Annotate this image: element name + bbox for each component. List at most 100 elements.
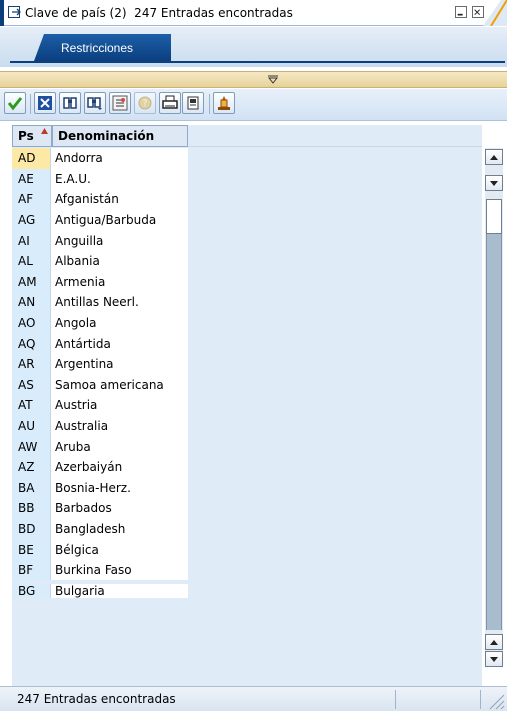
country-code-cell: AZ [12,456,51,478]
window-icon [8,6,21,18]
table-row[interactable]: AQ Antártida [12,333,188,354]
country-name-cell: Anguilla [51,230,188,251]
scroll-down-button[interactable] [485,175,503,191]
country-code-cell: AF [12,189,51,210]
country-name-cell: Samoa americana [51,374,188,396]
arrow-up-icon [490,154,498,160]
table-row[interactable]: AI Anguilla [12,230,188,251]
column-header-denominacion[interactable]: Denominación [52,125,188,147]
close-icon [474,9,481,16]
title-accent [0,0,4,26]
table-row[interactable]: AU Australia [12,415,188,437]
personal-list-button[interactable] [213,92,235,114]
find-icon [63,97,77,109]
country-code-cell: AD [12,148,51,169]
country-name-cell: Angola [51,312,188,334]
country-code-cell: BE [12,539,51,560]
table-row[interactable]: AT Austria [12,395,188,416]
collapse-toggle-icon [268,75,278,84]
check-icon [7,97,23,111]
country-code-cell: AN [12,292,51,313]
column-header-ps[interactable]: Ps [12,125,52,147]
table-row[interactable]: AZ Azerbaiyán [12,456,188,478]
toolbar-separator [30,94,31,114]
table-row[interactable]: AD Andorra [12,148,188,169]
table-row[interactable]: BE Bélgica [12,539,188,560]
country-name-cell: Afganistán [51,189,188,210]
country-code-cell: AG [12,209,51,231]
country-code-cell: AI [12,230,51,251]
scrollbar-thumb[interactable] [486,199,502,234]
table-row[interactable]: AM Armenia [12,271,188,293]
country-name-cell: Antártida [51,333,188,354]
table-row[interactable]: AG Antigua/Barbuda [12,209,188,231]
continue-button[interactable] [4,92,26,114]
print-button[interactable] [159,92,181,114]
table-row[interactable]: BB Barbados [12,498,188,519]
info-button[interactable]: ? [134,92,156,114]
table-row[interactable]: AS Samoa americana [12,374,188,396]
resize-grip-icon[interactable] [487,692,505,710]
country-code-cell: AR [12,353,51,375]
arrow-down-icon [490,656,498,662]
cancel-icon [38,96,52,110]
table-row[interactable]: AN Antillas Neerl. [12,292,188,313]
minimize-icon [457,13,463,16]
window-title-bar: Clave de país (2) 247 Entradas encontrad… [0,0,507,26]
table-row[interactable]: AW Aruba [12,436,188,457]
country-code-cell: AM [12,271,51,293]
status-separator [395,690,396,709]
arrow-up-icon [490,639,498,645]
window-title: Clave de país (2) 247 Entradas encontrad… [25,6,293,20]
column-header-label: Ps [18,129,34,143]
country-name-cell: Albania [51,250,188,272]
table-row[interactable]: AE E.A.U. [12,168,188,190]
tab-restricciones[interactable]: Restricciones [34,34,171,61]
find-button[interactable] [59,92,81,114]
country-code-cell: AL [12,250,51,272]
table-row[interactable]: BD Bangladesh [12,518,188,540]
country-name-cell: Austria [51,395,188,416]
scroll-up-button[interactable] [485,149,503,165]
scrollbar-track[interactable] [486,234,502,630]
country-name-cell: Barbados [51,498,188,519]
country-name-cell: Bélgica [51,539,188,560]
tab-underline [10,61,505,63]
copy-icon [187,96,199,110]
toolbar-separator [209,94,210,114]
table-row[interactable]: BF Burkina Faso [12,559,188,581]
page-up-button[interactable] [485,634,503,650]
table-row[interactable]: BA Bosnia-Herz. [12,477,188,499]
table-row[interactable]: AL Albania [12,250,188,272]
table-row[interactable]: AF Afganistán [12,189,188,210]
country-name-cell: Antillas Neerl. [51,292,188,313]
header-filler [188,125,482,147]
country-code-cell: BD [12,518,51,540]
svg-text:?: ? [143,99,148,109]
country-name-cell: Burkina Faso [51,559,188,581]
status-text: 247 Entradas encontradas [17,692,176,706]
country-name-cell: Australia [51,415,188,437]
table-row[interactable]: AO Angola [12,312,188,334]
table-row[interactable]: AR Argentina [12,353,188,375]
copy-button[interactable] [182,92,204,114]
country-name-cell: Argentina [51,353,188,375]
country-code-cell: AW [12,436,51,457]
find-next-button[interactable] [84,92,106,114]
country-code-cell: AS [12,374,51,396]
table-row[interactable]: BG Bulgaria [12,580,188,601]
multiple-selection-button[interactable] [109,92,131,114]
column-header-label: Denominación [58,129,155,143]
personal-list-icon [218,96,230,110]
country-name-cell: Bangladesh [51,518,188,540]
country-code-cell: AO [12,312,51,334]
page-down-button[interactable] [485,651,503,667]
country-name-cell: Aruba [51,436,188,457]
cancel-button[interactable] [34,92,56,114]
minimize-button[interactable] [455,6,467,18]
print-icon [162,95,178,109]
country-code-cell: BB [12,498,51,519]
status-separator [480,690,481,709]
restrictions-collapse-bar[interactable] [0,71,507,88]
country-code-cell: BG [12,583,51,598]
